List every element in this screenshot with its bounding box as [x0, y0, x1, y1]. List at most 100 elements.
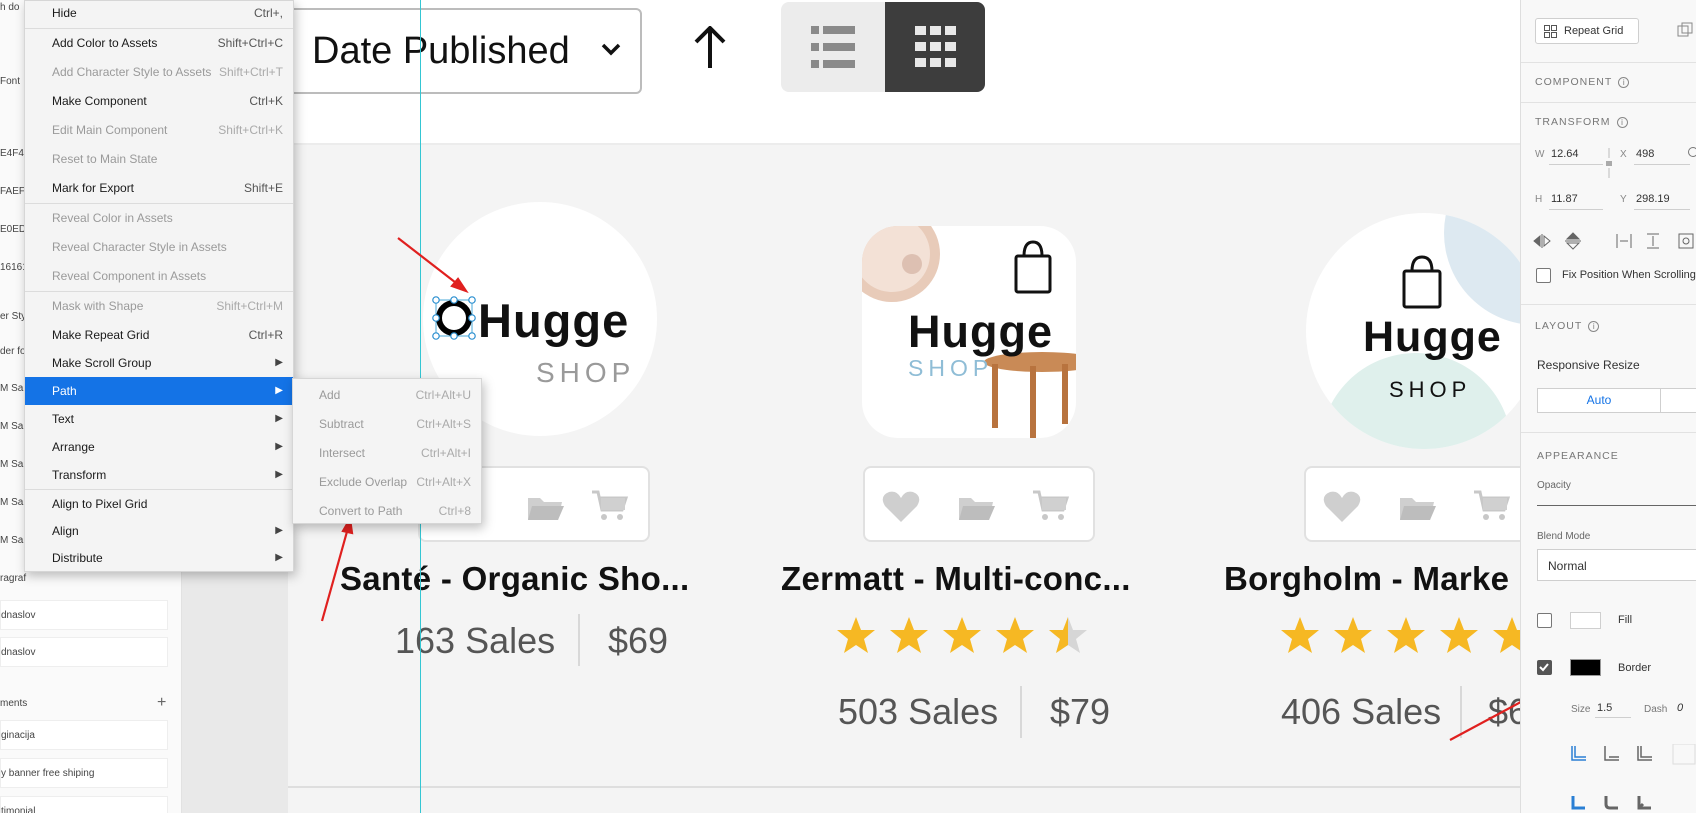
submenu-arrow-icon: ▶: [275, 385, 283, 396]
border-label: Border: [1618, 662, 1652, 674]
menu-item-shortcut: Shift+Ctrl+C: [217, 36, 283, 50]
menu-item-label: Align: [52, 524, 79, 538]
menu-item-label: Intersect: [319, 446, 366, 460]
menu-item-shortcut: Ctrl+K: [249, 94, 283, 108]
menu-item-intersect[interactable]: Intersect Ctrl+Alt+I: [293, 439, 481, 467]
menu-item-label: Path: [52, 384, 77, 398]
menu-item-convert-to-path[interactable]: Convert to Path Ctrl+8: [293, 497, 481, 525]
height-input[interactable]: 11.87: [1551, 193, 1578, 205]
border-color-swatch[interactable]: [1570, 659, 1601, 676]
check-icon: [1539, 663, 1549, 672]
menu-item-hide[interactable]: Hide Ctrl+,: [25, 0, 293, 27]
opacity-label: Opacity: [1537, 480, 1571, 491]
menu-item-reset-main-state[interactable]: Reset to Main State: [25, 145, 293, 173]
input-underline: [1549, 164, 1603, 165]
menu-item-add-char-style[interactable]: Add Character Style to Assets Shift+Ctrl+…: [25, 58, 293, 86]
menu-item-label: Make Component: [52, 94, 147, 108]
fix-position-checkbox[interactable]: [1536, 268, 1551, 283]
flip-align-toolbar[interactable]: [1533, 232, 1696, 250]
y-input[interactable]: 298.19: [1636, 193, 1670, 205]
x-input[interactable]: 498: [1636, 148, 1654, 160]
menu-item-label: Exclude Overlap: [319, 475, 408, 489]
menu-item-arrange[interactable]: Arrange ▶: [25, 433, 293, 461]
menu-item-align[interactable]: Align ▶: [25, 517, 293, 545]
fill-checkbox[interactable]: [1537, 613, 1552, 628]
section-header: TRANSFORM i: [1535, 116, 1628, 128]
menu-item-transform[interactable]: Transform ▶: [25, 461, 293, 489]
fill-label: Fill: [1618, 614, 1633, 626]
submenu-arrow-icon: ▶: [275, 441, 283, 452]
info-icon[interactable]: i: [1588, 320, 1600, 332]
height-label: H: [1535, 194, 1543, 205]
menu-item-label: Make Scroll Group: [52, 356, 152, 370]
menu-item-label: Mark for Export: [52, 181, 135, 195]
menu-item-shortcut: Ctrl+R: [248, 328, 283, 342]
menu-item-label: Distribute: [52, 551, 103, 565]
manual-toggle[interactable]: [1660, 388, 1696, 413]
auto-toggle[interactable]: Auto: [1537, 388, 1661, 413]
opacity-slider[interactable]: [1537, 505, 1696, 506]
section-header: COMPONENT i: [1535, 76, 1630, 88]
fix-position-label: Fix Position When Scrolling: [1562, 269, 1696, 281]
menu-item-add[interactable]: Add Ctrl+Alt+U: [293, 381, 481, 409]
menu-item-label: Text: [52, 412, 75, 426]
fill-color-swatch[interactable]: [1570, 612, 1601, 629]
submenu-arrow-icon: ▶: [275, 357, 283, 368]
input-underline: [1595, 717, 1631, 718]
menu-item-distribute[interactable]: Distribute ▶: [25, 544, 293, 572]
copy-icon[interactable]: [1677, 22, 1693, 38]
context-menu: Hide Ctrl+, Add Color to Assets Shift+Ctrl…: [24, 0, 294, 572]
menu-item-add-color[interactable]: Add Color to Assets Shift+Ctrl+C: [25, 29, 293, 57]
info-icon[interactable]: i: [1616, 116, 1628, 128]
border-size-input[interactable]: 1.5: [1597, 702, 1612, 714]
menu-item-text[interactable]: Text ▶: [25, 405, 293, 433]
menu-item-label: Mask with Shape: [52, 299, 144, 313]
menu-item-reveal-color[interactable]: Reveal Color in Assets: [25, 204, 293, 232]
menu-item-shortcut: Ctrl+8: [438, 504, 471, 518]
menu-item-mark-for-export[interactable]: Mark for Export Shift+E: [25, 174, 293, 202]
menu-item-label: Arrange: [52, 440, 95, 454]
divider: [1521, 102, 1696, 103]
menu-item-make-scroll-group[interactable]: Make Scroll Group ▶: [25, 349, 293, 377]
x-label: X: [1620, 149, 1627, 160]
blend-mode-select[interactable]: Normal: [1537, 549, 1696, 581]
menu-item-shortcut: Ctrl+Alt+I: [420, 446, 471, 460]
menu-item-shortcut: Shift+Ctrl+T: [218, 65, 283, 79]
menu-item-make-repeat-grid[interactable]: Make Repeat Grid Ctrl+R: [25, 321, 293, 349]
appearance-header: APPEARANCE: [1537, 450, 1619, 462]
menu-item-reveal-char-style[interactable]: Reveal Character Style in Assets: [25, 233, 293, 261]
blend-mode-value: Normal: [1548, 559, 1587, 573]
transform-header: TRANSFORM: [1535, 116, 1611, 128]
menu-item-shortcut: Ctrl+Alt+X: [416, 475, 471, 489]
menu-item-label: Reveal Character Style in Assets: [52, 240, 227, 254]
menu-item-shortcut: Ctrl+,: [253, 6, 283, 20]
border-checkbox[interactable]: [1537, 660, 1552, 675]
dash-label: Dash: [1644, 704, 1668, 715]
menu-item-make-component[interactable]: Make Component Ctrl+K: [25, 87, 293, 115]
menu-item-subtract[interactable]: Subtract Ctrl+Alt+S: [293, 410, 481, 438]
width-label: W: [1535, 149, 1545, 160]
input-underline: [1634, 209, 1690, 210]
size-label: Size: [1571, 704, 1591, 715]
menu-item-shortcut: Ctrl+Alt+U: [415, 388, 471, 402]
menu-item-path[interactable]: Path ▶: [25, 377, 293, 405]
menu-item-label: Edit Main Component: [52, 123, 168, 137]
width-input[interactable]: 12.64: [1551, 148, 1579, 160]
menu-item-reveal-component[interactable]: Reveal Component in Assets: [25, 262, 293, 290]
menu-item-mask-with-shape[interactable]: Mask with Shape Shift+Ctrl+M: [25, 292, 293, 320]
submenu-arrow-icon: ▶: [275, 552, 283, 563]
menu-item-align-to-pixel-grid[interactable]: Align to Pixel Grid: [25, 490, 293, 518]
menu-item-edit-main-component[interactable]: Edit Main Component Shift+Ctrl+K: [25, 116, 293, 144]
stroke-options[interactable]: [1569, 744, 1696, 813]
info-icon[interactable]: i: [1618, 76, 1630, 88]
input-underline: [1634, 164, 1690, 165]
dash-input[interactable]: 0: [1677, 702, 1683, 714]
path-submenu: Add Ctrl+Alt+U Subtract Ctrl+Alt+S Interse…: [292, 378, 482, 524]
repeat-grid-button[interactable]: Repeat Grid: [1535, 18, 1639, 44]
rotate-icon[interactable]: [1687, 146, 1696, 158]
divider: [1521, 304, 1696, 305]
divider: [1521, 62, 1696, 63]
lock-ratio-icon[interactable]: [1605, 148, 1613, 178]
responsive-resize-label: Responsive Resize: [1537, 358, 1640, 372]
menu-item-exclude-overlap[interactable]: Exclude Overlap Ctrl+Alt+X: [293, 468, 481, 496]
